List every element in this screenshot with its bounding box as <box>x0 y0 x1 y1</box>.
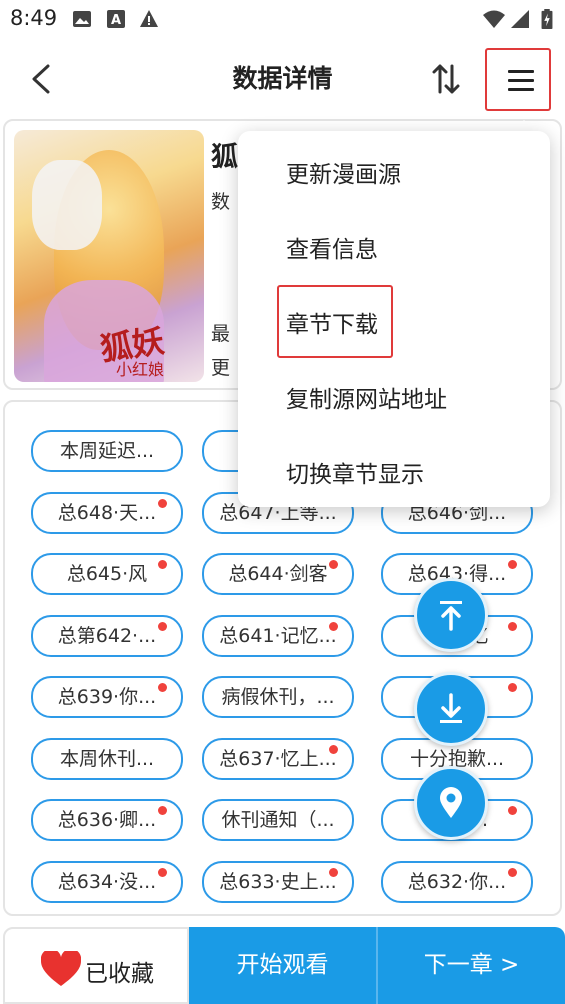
chapter-chip-label: 总632·你... <box>407 871 507 893</box>
locate-icon <box>440 787 462 818</box>
chapter-chip[interactable]: 总632·你... <box>381 861 533 903</box>
new-chapter-dot <box>329 745 338 754</box>
chapter-chip-label: 本周延迟... <box>59 440 155 462</box>
comic-update-line: 更 <box>211 357 231 379</box>
chapter-chip-label: 总第642·... <box>57 625 157 647</box>
chapter-chip[interactable]: 总637·忆上... <box>202 738 354 780</box>
scroll-top-icon <box>440 601 462 631</box>
app-header: 数据详情 <box>0 38 565 118</box>
chapter-chip-label: 总636·卿... <box>57 809 157 831</box>
heart-icon <box>41 951 81 986</box>
menu-icon <box>508 70 534 73</box>
new-chapter-dot <box>508 560 517 569</box>
chapter-chip-label: 总645·风 <box>66 563 148 585</box>
chapter-chip[interactable]: 本周休刊... <box>31 738 183 780</box>
page-title: 数据详情 <box>232 64 333 93</box>
scroll-bottom-button[interactable] <box>414 672 488 746</box>
chapter-chip[interactable]: 总第642·... <box>31 615 183 657</box>
scroll-top-button[interactable] <box>414 578 488 652</box>
chapter-chip[interactable]: 病假休刊，... <box>202 676 354 718</box>
comic-meta-line: 数 <box>211 191 231 213</box>
bottom-action-bar: 已收藏 开始观看 下一章 > <box>0 925 565 1004</box>
collect-button[interactable]: 已收藏 <box>3 927 189 1004</box>
chapter-chip-label: 总644·剑客 <box>228 563 328 585</box>
comic-title: 狐 <box>211 142 238 173</box>
new-chapter-dot <box>158 622 167 631</box>
menu-item-toggle-chapter-display[interactable]: 切换章节显示 <box>286 455 424 489</box>
next-chapter-button[interactable]: 下一章 > <box>378 927 565 1004</box>
chapter-chip[interactable]: 总645·风 <box>31 553 183 595</box>
chapter-chip[interactable]: 总641·记忆... <box>202 615 354 657</box>
new-chapter-dot <box>158 868 167 877</box>
chapter-chip[interactable]: 总639·你... <box>31 676 183 718</box>
new-chapter-dot <box>158 560 167 569</box>
chapter-chip[interactable]: 休刊通知（... <box>202 799 354 841</box>
new-chapter-dot <box>508 868 517 877</box>
start-reading-button[interactable]: 开始观看 <box>189 927 376 1004</box>
chapter-chip-label: 总633·史上... <box>219 871 337 893</box>
chapter-chip[interactable]: 总633·史上... <box>202 861 354 903</box>
chapter-chip-label: 总641·记忆... <box>219 625 337 647</box>
scroll-bottom-icon <box>440 693 462 723</box>
new-chapter-dot <box>329 560 338 569</box>
a-box-icon: A <box>107 10 125 28</box>
image-icon <box>73 11 91 27</box>
new-chapter-dot <box>158 683 167 692</box>
svg-text:A: A <box>111 13 121 28</box>
menu-button[interactable] <box>485 48 551 111</box>
collect-label: 已收藏 <box>85 961 154 987</box>
new-chapter-dot <box>508 622 517 631</box>
chapter-chip[interactable]: 总644·剑客 <box>202 553 354 595</box>
new-chapter-dot <box>329 868 338 877</box>
new-chapter-dot <box>329 622 338 631</box>
signal-icon <box>511 10 529 28</box>
new-chapter-dot <box>508 806 517 815</box>
comic-cover-image[interactable]: 狐妖 小红娘 <box>14 130 204 382</box>
battery-icon <box>541 9 553 29</box>
comic-latest-line: 最 <box>211 323 231 345</box>
chapter-download-highlight <box>277 285 393 358</box>
status-bar: 8:49 A <box>0 0 565 38</box>
chapter-chip[interactable]: 总648·天... <box>31 492 183 534</box>
chapter-chip-label: 休刊通知（... <box>221 809 335 831</box>
chapter-chip[interactable]: 总636·卿... <box>31 799 183 841</box>
chapter-chip-label: 总639·你... <box>57 686 157 708</box>
wifi-icon <box>483 10 505 28</box>
new-chapter-dot <box>508 683 517 692</box>
chapter-chip[interactable]: 总634·没... <box>31 861 183 903</box>
status-time: 8:49 <box>10 6 58 30</box>
new-chapter-dot <box>158 499 167 508</box>
locate-button[interactable] <box>414 766 488 840</box>
sort-icon[interactable] <box>426 58 466 100</box>
cover-logo-sub: 小红娘 <box>116 360 165 379</box>
chapter-chip-label: 病假休刊，... <box>221 686 335 708</box>
chapter-chip-label: 总634·没... <box>57 871 157 893</box>
menu-item-copy-source-url[interactable]: 复制源网站地址 <box>286 380 447 414</box>
new-chapter-dot <box>158 806 167 815</box>
chapter-chip-label: 总637·忆上... <box>219 748 337 770</box>
chapter-chip-label: 本周休刊... <box>59 748 155 770</box>
menu-item-view-info[interactable]: 查看信息 <box>286 230 378 264</box>
alert-icon <box>140 10 158 27</box>
chapter-chip-label: 总648·天... <box>57 502 157 524</box>
chapter-chip[interactable]: 本周延迟... <box>31 430 183 472</box>
menu-item-update-source[interactable]: 更新漫画源 <box>286 155 401 189</box>
